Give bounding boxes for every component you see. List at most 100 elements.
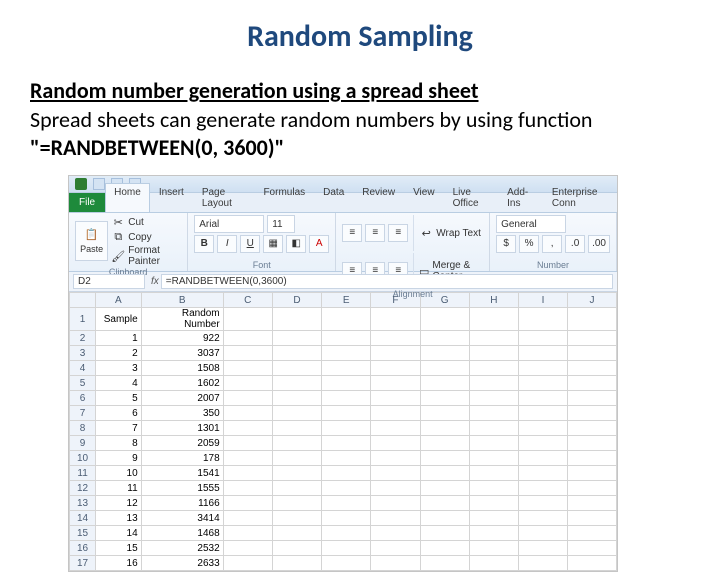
cell[interactable]: 5	[96, 391, 142, 406]
cell[interactable]	[469, 361, 518, 376]
cell[interactable]: 178	[141, 451, 223, 466]
cell[interactable]	[519, 308, 568, 331]
cell[interactable]	[567, 376, 616, 391]
cell[interactable]	[469, 526, 518, 541]
cell[interactable]	[272, 436, 321, 451]
row-header[interactable]: 7	[70, 406, 96, 421]
cell[interactable]: 9	[96, 451, 142, 466]
cell[interactable]	[420, 481, 469, 496]
cell[interactable]: 2007	[141, 391, 223, 406]
align-top-button[interactable]: ≡	[342, 224, 362, 242]
cell[interactable]	[469, 308, 518, 331]
cell[interactable]	[420, 451, 469, 466]
save-icon[interactable]	[93, 178, 105, 190]
cell[interactable]: Sample	[96, 308, 142, 331]
row-header[interactable]: 9	[70, 436, 96, 451]
cell[interactable]	[371, 451, 420, 466]
cell[interactable]	[371, 391, 420, 406]
cell[interactable]	[420, 421, 469, 436]
cell[interactable]	[272, 331, 321, 346]
cell[interactable]: 1555	[141, 481, 223, 496]
row-header[interactable]: 4	[70, 361, 96, 376]
cell[interactable]	[272, 361, 321, 376]
cell[interactable]	[420, 436, 469, 451]
cell[interactable]	[223, 421, 272, 436]
cell[interactable]: 350	[141, 406, 223, 421]
cell[interactable]	[519, 421, 568, 436]
tab-view[interactable]: View	[404, 183, 444, 212]
wrap-text-button[interactable]: ↩Wrap Text	[419, 226, 481, 240]
paste-button[interactable]: 📋 Paste	[75, 221, 108, 261]
cell[interactable]: 4	[96, 376, 142, 391]
cell[interactable]	[420, 556, 469, 571]
cell[interactable]	[223, 496, 272, 511]
cell[interactable]: 1508	[141, 361, 223, 376]
currency-button[interactable]: $	[496, 235, 516, 253]
row-header[interactable]: 8	[70, 421, 96, 436]
cell[interactable]	[567, 466, 616, 481]
cell[interactable]	[272, 526, 321, 541]
cell[interactable]	[223, 526, 272, 541]
cell[interactable]	[519, 541, 568, 556]
cell[interactable]	[420, 308, 469, 331]
row-header[interactable]: 15	[70, 526, 96, 541]
cell[interactable]	[567, 308, 616, 331]
row-header[interactable]: 6	[70, 391, 96, 406]
cell[interactable]: 11	[96, 481, 142, 496]
cell[interactable]	[567, 391, 616, 406]
cell[interactable]	[272, 346, 321, 361]
cell[interactable]: 1	[96, 331, 142, 346]
cell[interactable]	[420, 466, 469, 481]
cell[interactable]	[519, 391, 568, 406]
cell[interactable]	[519, 451, 568, 466]
cell[interactable]	[420, 346, 469, 361]
cell[interactable]	[272, 496, 321, 511]
cell[interactable]	[223, 391, 272, 406]
border-button[interactable]: ▦	[263, 235, 283, 253]
cell[interactable]	[567, 526, 616, 541]
cell[interactable]	[519, 511, 568, 526]
cell[interactable]	[322, 466, 371, 481]
cell[interactable]	[469, 331, 518, 346]
fx-icon[interactable]: fx	[151, 276, 159, 287]
cell[interactable]	[567, 421, 616, 436]
cell[interactable]	[322, 436, 371, 451]
cell[interactable]	[469, 406, 518, 421]
cell[interactable]	[371, 308, 420, 331]
cell[interactable]: 3037	[141, 346, 223, 361]
cell[interactable]	[519, 331, 568, 346]
cell[interactable]: 10	[96, 466, 142, 481]
cell[interactable]	[469, 451, 518, 466]
cell[interactable]	[371, 511, 420, 526]
cell[interactable]	[567, 481, 616, 496]
cell[interactable]	[371, 496, 420, 511]
cell[interactable]	[371, 436, 420, 451]
cell[interactable]	[322, 391, 371, 406]
cell[interactable]	[371, 526, 420, 541]
cell[interactable]	[420, 541, 469, 556]
cell[interactable]	[567, 496, 616, 511]
cell[interactable]	[272, 556, 321, 571]
decrease-decimal-button[interactable]: .00	[588, 235, 610, 253]
cell[interactable]	[567, 436, 616, 451]
cell[interactable]	[272, 451, 321, 466]
bold-button[interactable]: B	[194, 235, 214, 253]
cell[interactable]: 3414	[141, 511, 223, 526]
cell[interactable]: 15	[96, 541, 142, 556]
align-bottom-button[interactable]: ≡	[388, 224, 408, 242]
cell[interactable]	[469, 346, 518, 361]
cell[interactable]	[272, 481, 321, 496]
cell[interactable]: 1602	[141, 376, 223, 391]
row-header[interactable]: 14	[70, 511, 96, 526]
cell[interactable]	[519, 526, 568, 541]
cell[interactable]	[272, 421, 321, 436]
cell[interactable]	[469, 511, 518, 526]
row-header[interactable]: 1	[70, 308, 96, 331]
cell[interactable]	[371, 406, 420, 421]
cell[interactable]: 2059	[141, 436, 223, 451]
row-header[interactable]: 5	[70, 376, 96, 391]
cell[interactable]	[469, 481, 518, 496]
row-header[interactable]: 13	[70, 496, 96, 511]
cell[interactable]	[371, 361, 420, 376]
cut-icon[interactable]: ✂	[111, 215, 125, 229]
